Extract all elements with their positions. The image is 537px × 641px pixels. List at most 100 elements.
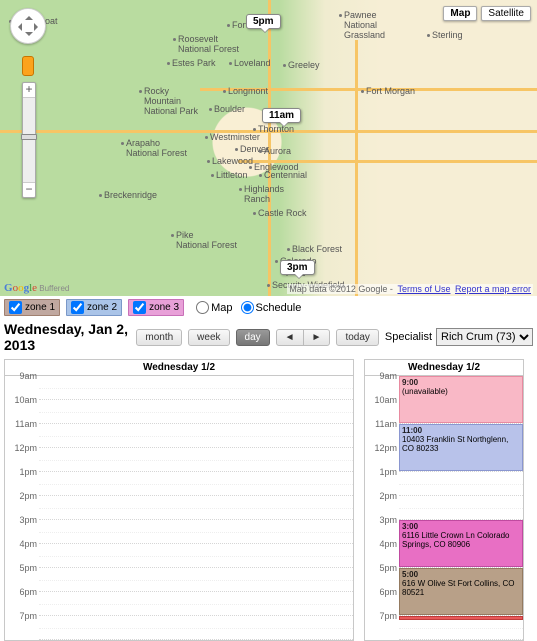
prev-button[interactable]: ◄ (276, 329, 304, 346)
hour-row[interactable] (39, 592, 353, 616)
hour-row[interactable] (39, 520, 353, 544)
time-label: 11am (375, 419, 397, 429)
google-logo: Google Buffered (4, 282, 69, 294)
range-week-button[interactable]: week (188, 329, 229, 346)
calendar-event[interactable]: 3:006116 Little Crown Ln Colorado Spring… (399, 520, 523, 567)
time-label: 3pm (379, 515, 397, 525)
map-city-label: ArapahoNational Forest (126, 138, 187, 158)
hour-row[interactable] (399, 472, 523, 496)
time-label: 12pm (374, 443, 397, 453)
hour-row[interactable] (39, 424, 353, 448)
map-marker[interactable]: 3pm (280, 260, 315, 275)
map-city-label: Longmont (228, 86, 268, 96)
time-label: 2pm (19, 491, 37, 501)
range-day-button[interactable]: day (236, 329, 270, 346)
time-label: 4pm (19, 539, 37, 549)
map-city-label: Westminster (210, 132, 260, 142)
map-city-label: Loveland (234, 58, 271, 68)
pan-down-icon[interactable] (25, 32, 33, 40)
zoom-slider-thumb[interactable] (21, 134, 37, 140)
time-label: 1pm (379, 467, 397, 477)
map-city-label: Lakewood (212, 156, 253, 166)
map-attribution: Map data ©2012 Google - Terms of Use Rep… (287, 284, 533, 294)
calendar-event[interactable]: 7:00 (399, 616, 523, 620)
zone-3-toggle[interactable]: zone 3 (128, 299, 184, 316)
time-label: 10am (374, 395, 397, 405)
time-label: 12pm (14, 443, 37, 453)
calendar-event[interactable]: 9:00(unavailable) (399, 376, 523, 423)
hour-row[interactable] (39, 448, 353, 472)
time-label: 7pm (19, 611, 37, 621)
terms-link[interactable]: Terms of Use (397, 284, 450, 294)
pegman-icon[interactable] (22, 56, 34, 76)
zone-row: zone 1 zone 2 zone 3 Map Schedule (0, 296, 537, 319)
map-city-label: Sterling (432, 30, 463, 40)
map-type-toggle: Map Satellite (443, 6, 531, 21)
hour-row[interactable] (39, 496, 353, 520)
map-type-map[interactable]: Map (443, 6, 477, 21)
range-month-button[interactable]: month (136, 329, 182, 346)
specialist-day-calendar: Wednesday 1/2 9am10am11am12pm1pm2pm3pm4p… (364, 359, 524, 641)
zone-1-toggle[interactable]: zone 1 (4, 299, 60, 316)
pan-right-icon[interactable] (34, 23, 42, 31)
today-button[interactable]: today (336, 329, 378, 346)
view-mode-schedule[interactable]: Schedule (241, 301, 302, 314)
hour-row[interactable] (39, 472, 353, 496)
time-label: 10am (14, 395, 37, 405)
map-city-label: Littleton (216, 170, 248, 180)
map-city-label: Greeley (288, 60, 320, 70)
specialist-picker: Specialist Rich Crum (73) (385, 328, 533, 346)
map-type-satellite[interactable]: Satellite (481, 6, 531, 21)
hour-row[interactable] (39, 376, 353, 400)
specialist-day-grid[interactable]: 9:00(unavailable)11:0010403 Franklin St … (399, 376, 523, 640)
map-marker[interactable]: 11am (262, 108, 301, 123)
map-city-label: HighlandsRanch (244, 184, 284, 204)
map-pan-control[interactable] (10, 8, 46, 44)
zoom-out-button[interactable]: − (23, 183, 35, 197)
map-city-label: Black Forest (292, 244, 342, 254)
hour-row[interactable] (39, 544, 353, 568)
map[interactable]: SteamboatSpringsRooseveltNational Forest… (0, 0, 537, 296)
hour-row[interactable] (39, 568, 353, 592)
hour-row[interactable] (399, 496, 523, 520)
specialist-label: Specialist (385, 331, 432, 343)
map-city-label: Boulder (214, 104, 245, 114)
time-label: 5pm (19, 563, 37, 573)
map-city-label: Aurora (264, 146, 291, 156)
time-label: 2pm (379, 491, 397, 501)
view-mode-radio: Map Schedule (196, 301, 301, 314)
time-label: 7pm (379, 611, 397, 621)
time-label: 5pm (379, 563, 397, 573)
zone-2-checkbox[interactable] (71, 301, 84, 314)
zone-3-checkbox[interactable] (133, 301, 146, 314)
report-link[interactable]: Report a map error (455, 284, 531, 294)
time-label: 1pm (19, 467, 37, 477)
specialist-select[interactable]: Rich Crum (73) (436, 328, 533, 346)
zoom-in-button[interactable]: + (23, 83, 35, 97)
view-mode-map[interactable]: Map (196, 301, 232, 314)
zone-2-toggle[interactable]: zone 2 (66, 299, 122, 316)
map-city-label: Estes Park (172, 58, 216, 68)
zoom-slider[interactable] (23, 97, 35, 183)
main-day-header: Wednesday 1/2 (5, 360, 353, 376)
map-zoom-control[interactable]: + − (22, 82, 36, 198)
map-city-label: PawneeNationalGrassland (344, 10, 385, 40)
hour-row[interactable] (39, 400, 353, 424)
map-city-label: Fort Morgan (366, 86, 415, 96)
map-city-label: Thornton (258, 124, 294, 134)
hour-row[interactable] (39, 616, 353, 640)
map-marker[interactable]: 5pm (246, 14, 281, 29)
date-heading: Wednesday, Jan 2, 2013 (4, 321, 130, 353)
pan-up-icon[interactable] (25, 12, 33, 20)
time-label: 6pm (19, 587, 37, 597)
time-label: 11am (15, 419, 37, 429)
time-label: 6pm (379, 587, 397, 597)
zone-1-checkbox[interactable] (9, 301, 22, 314)
main-day-grid[interactable] (39, 376, 353, 640)
next-button[interactable]: ► (303, 329, 331, 346)
calendar-event[interactable]: 11:0010403 Franklin St Northglenn, CO 80… (399, 424, 523, 471)
calendar-event[interactable]: 5:00616 W Olive St Fort Collins, CO 8052… (399, 568, 523, 615)
pan-left-icon[interactable] (14, 23, 22, 31)
time-label: 3pm (19, 515, 37, 525)
map-city-label: Castle Rock (258, 208, 307, 218)
